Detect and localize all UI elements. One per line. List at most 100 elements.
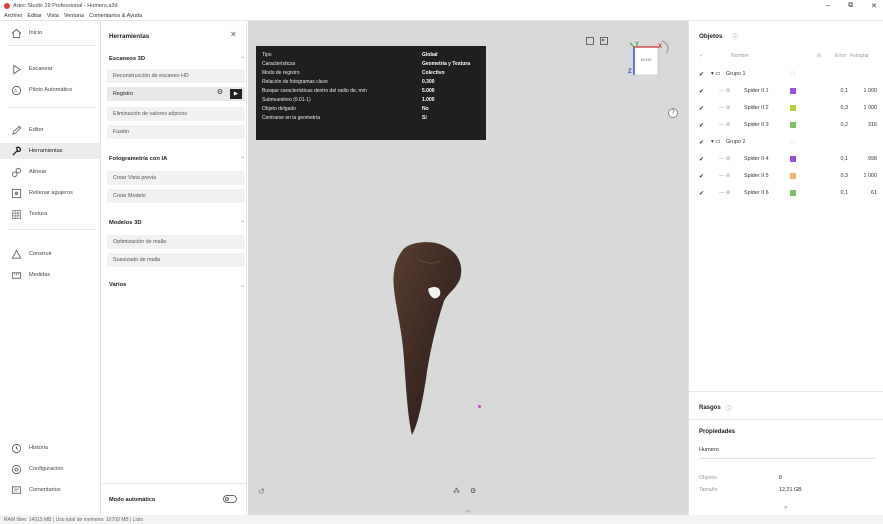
param-value[interactable]: Colectivo (422, 70, 445, 76)
nav-item-editor[interactable]: Editor (10, 122, 96, 138)
param-key: Modo de registro (262, 70, 300, 76)
scan-color-swatch[interactable] (790, 156, 796, 162)
nav-item-historia[interactable]: Historia (10, 440, 96, 456)
header-name[interactable]: Nombre (731, 53, 749, 59)
nav-item-escanear[interactable]: Escanear (10, 61, 96, 77)
close-window-button[interactable]: ✕ (871, 2, 877, 10)
nav-item-herramientas[interactable]: Herramientas (0, 143, 100, 159)
gear-icon[interactable]: ⚙ (217, 88, 223, 96)
orientation-gizmo[interactable]: Y X Z ECHO (626, 39, 670, 83)
tool-label: Fusión (113, 129, 130, 135)
tool-crear-modelo[interactable]: Crear Modelo (107, 189, 245, 203)
undo-view-icon[interactable]: ↺ (258, 487, 265, 496)
fit-view-icon[interactable] (586, 37, 594, 45)
tool-eliminacion-atipicos[interactable]: Eliminación de valores atípicos (107, 107, 245, 121)
param-value[interactable]: 0.300 (422, 79, 435, 85)
object-scan-row[interactable]: ✔ — ⊚ Spider II 6 0,1 61 (689, 186, 883, 200)
auto-mode-toggle[interactable] (223, 495, 237, 503)
nav-item-textura[interactable]: Textura (10, 206, 96, 222)
nav-item-rellenar[interactable]: Rellenar agujeros (10, 185, 96, 201)
humerus-3d-model[interactable] (388, 239, 478, 439)
nav-item-medidas[interactable]: Medidas (10, 267, 96, 283)
scan-color-swatch[interactable] (790, 173, 796, 179)
object-scan-row[interactable]: ✔ — ⊚ Spider II 4 0,1 998 (689, 152, 883, 166)
tool-fusion[interactable]: Fusión (107, 125, 245, 139)
header-error[interactable]: Error (835, 53, 846, 59)
layout-icon[interactable] (600, 37, 608, 45)
param-value[interactable]: Geometría y Textura (422, 61, 470, 67)
header-lock-icon[interactable]: ⊟ (817, 53, 821, 59)
object-scan-row[interactable]: ✔ — ⊚ Spider II 5 0,3 1 000 (689, 169, 883, 183)
section-escaneos-3d[interactable]: Escaneos 3D ⌃ (109, 53, 245, 65)
nav-item-alinear[interactable]: Alinear (10, 164, 96, 180)
param-row: Tipo Global (262, 52, 480, 60)
tool-crear-vista-previa[interactable]: Crear Vista previa (107, 171, 245, 185)
help-icon[interactable]: ? (668, 108, 678, 118)
nav-item-piloto[interactable]: A Piloto Automático (10, 82, 96, 98)
folder-icon[interactable]: ▾ ▭ (711, 71, 720, 77)
object-scan-row[interactable]: ✔ — ⊚ Spider II 3 0,2 316 (689, 118, 883, 132)
scan-name: Spider II 2 (744, 105, 769, 111)
header-frames[interactable]: Fotograr (850, 53, 869, 59)
run-button[interactable]: ▶ (230, 89, 242, 99)
section-fotogrametria-ia[interactable]: Fotogrametría con IA ⌃ (109, 153, 245, 165)
nav-item-comentarios[interactable]: Comentarios (10, 482, 96, 498)
param-value[interactable]: 5.000 (422, 88, 435, 94)
menu-archivo[interactable]: Archivo (4, 13, 22, 19)
visibility-checkbox[interactable]: ✔ (699, 71, 704, 78)
minimize-button[interactable]: – (826, 1, 830, 10)
menu-ventana[interactable]: Ventana (64, 13, 84, 19)
visibility-checkbox[interactable]: ✔ (699, 122, 704, 129)
nav-item-inicio[interactable]: Inicio (10, 25, 96, 41)
info-icon[interactable]: ⓘ (732, 32, 738, 41)
param-value[interactable]: Global (422, 52, 438, 58)
object-group-row[interactable]: ✔ ▾ ▭ Grupo 1 ▢ (689, 67, 883, 81)
visibility-checkbox[interactable]: ✔ (699, 156, 704, 163)
tool-optimizacion-malla[interactable]: Optimización de malla (107, 235, 245, 249)
nav-label: Medidas (29, 272, 51, 278)
section-modelos-3d[interactable]: Modelos 3D ⌃ (109, 217, 245, 229)
restore-button[interactable]: ⧉ (848, 2, 853, 10)
axis-toggle-icon[interactable]: ⁂ (453, 487, 460, 495)
param-value[interactable]: No (422, 106, 429, 112)
menu-editar[interactable]: Editar (27, 13, 41, 19)
close-panel-button[interactable]: ✕ (230, 30, 237, 39)
param-value[interactable]: Sí (422, 115, 427, 121)
properties-title: Propiedades (699, 429, 736, 435)
object-scan-row[interactable]: ✔ — ⊚ Spider II 2 0,3 1 000 (689, 101, 883, 115)
scan-color-swatch[interactable] (790, 190, 796, 196)
visibility-checkbox[interactable]: ✔ (699, 139, 704, 146)
camera-mode-icon[interactable]: ⚙ (470, 487, 476, 495)
expand-right-icon[interactable]: » (784, 505, 787, 511)
objects-count-value: 8 (779, 475, 782, 481)
scan-icon (10, 63, 22, 75)
object-scan-row[interactable]: ✔ — ⊚ Spider II 1 0,1 1 000 (689, 84, 883, 98)
lock-icon[interactable]: ▢ (790, 139, 795, 145)
info-icon[interactable]: ⓘ (726, 404, 732, 413)
visibility-checkbox[interactable]: ✔ (699, 105, 704, 112)
object-group-row[interactable]: ✔ ▾ ▭ Grupo 2 ▢ (689, 135, 883, 149)
lock-icon[interactable]: ▢ (790, 71, 795, 77)
section-varios[interactable]: Varios ⌄ (109, 279, 245, 291)
param-value[interactable]: 1.000 (422, 97, 435, 103)
size-label: Tamaño (699, 487, 718, 493)
expand-bottom-icon[interactable]: ︽ (465, 505, 471, 514)
tool-reconstruccion-hd[interactable]: Reconstrucción de escaneo HD (107, 69, 245, 83)
folder-icon[interactable]: ▾ ▭ (711, 139, 720, 145)
tool-registro[interactable]: Registro ⚙ ▶ (107, 87, 245, 101)
visibility-checkbox[interactable]: ✔ (699, 88, 704, 95)
window-title: Artec Studio 19 Professional - Humero.a3… (13, 2, 118, 9)
param-key: Relación de fotogramas clave (262, 79, 328, 85)
scan-color-swatch[interactable] (790, 88, 796, 94)
nav-item-configuracion[interactable]: Configuración (10, 461, 96, 477)
select-all-checkbox[interactable]: ✓ (699, 53, 703, 59)
visibility-checkbox[interactable]: ✔ (699, 173, 704, 180)
visibility-checkbox[interactable]: ✔ (699, 190, 704, 197)
scan-color-swatch[interactable] (790, 122, 796, 128)
object-name-field[interactable]: Humero (699, 447, 719, 453)
nav-item-construir[interactable]: Construir (10, 246, 96, 262)
tool-suavizado-malla[interactable]: Suavizado de malla (107, 253, 245, 267)
menu-ayuda[interactable]: Comentarios & Ayuda (89, 13, 142, 19)
menu-vista[interactable]: Vista (47, 13, 59, 19)
scan-color-swatch[interactable] (790, 105, 796, 111)
